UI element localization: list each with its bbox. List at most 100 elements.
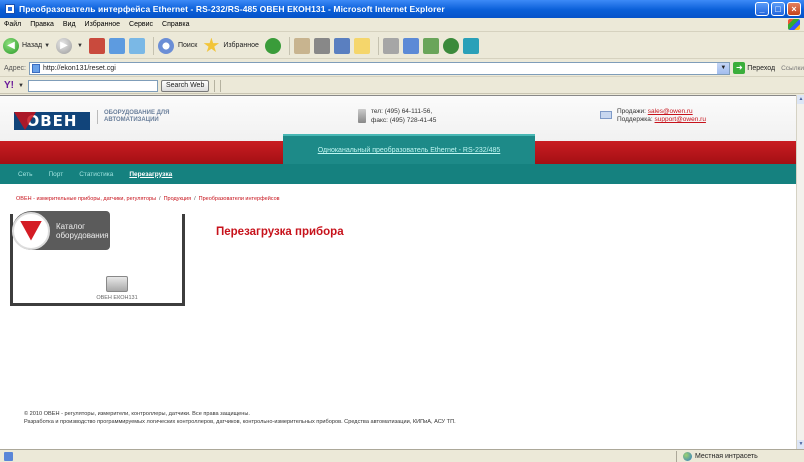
chevron-down-icon: ▼: [44, 42, 51, 49]
device-image: [106, 276, 128, 292]
go-arrow-icon: ➜: [733, 62, 746, 74]
device-title-tab[interactable]: Одноканальный преобразователь Ethernet -…: [283, 134, 535, 166]
edit-icon[interactable]: [333, 37, 350, 54]
chevron-down-icon[interactable]: ▼: [717, 62, 730, 74]
star-icon: [203, 37, 220, 53]
phone-contacts: тел: (495) 64-111-56, факс: (495) 728-41…: [358, 107, 436, 125]
search-label: Поиск: [177, 42, 198, 49]
forward-arrow-icon: ▶: [56, 37, 73, 54]
breadcrumb-item[interactable]: Преобразователи интерфейсов: [199, 196, 280, 202]
print-icon[interactable]: [313, 37, 330, 54]
site-footer: © 2010 ОВЕН - регуляторы, измерители, ко…: [24, 410, 456, 426]
mail-icon[interactable]: [293, 37, 310, 54]
sales-email-link[interactable]: sales@owen.ru: [648, 108, 693, 115]
search-icon: [157, 37, 174, 54]
email-contacts: Продажи: sales@owen.ru Поддержка: suppor…: [600, 108, 706, 124]
minimize-button[interactable]: _: [755, 2, 769, 16]
breadcrumb: ОВЕН - измерительные приборы, датчики, р…: [16, 196, 280, 202]
chevron-down-icon[interactable]: ▼: [18, 83, 24, 89]
favorites-button[interactable]: Избранное: [203, 37, 259, 54]
menu-bar: Файл Правка Вид Избранное Сервис Справка: [0, 18, 804, 32]
breadcrumb-item[interactable]: ОВЕН - измерительные приборы, датчики, р…: [16, 196, 156, 202]
device-card[interactable]: ОВЕН ЕКОН131: [87, 276, 147, 301]
phone-icon: [358, 109, 366, 123]
toolbar-separator: [152, 36, 154, 55]
intranet-globe-icon: [683, 452, 692, 461]
messenger-icon[interactable]: [382, 37, 399, 54]
catalog-label-line1: Каталог: [56, 221, 86, 231]
address-input[interactable]: http://ekon131/reset.cgi ▼: [28, 61, 731, 75]
ie-app-icon: [5, 4, 15, 14]
back-button[interactable]: ◀ Назад ▼: [3, 37, 51, 54]
close-button[interactable]: ×: [787, 2, 801, 16]
security-zone: Местная интрасеть: [676, 451, 758, 462]
breadcrumb-item[interactable]: Продукция: [164, 196, 192, 202]
maximize-button[interactable]: □: [771, 2, 785, 16]
footer-copyright: © 2010 ОВЕН - регуляторы, измерители, ко…: [24, 411, 250, 417]
nav-item-statistics[interactable]: Статистика: [79, 171, 113, 178]
links-button[interactable]: Ссылки: [781, 65, 804, 72]
device-name: ОВЕН ЕКОН131: [96, 295, 138, 301]
toolbar-separator: [377, 36, 379, 55]
menu-edit[interactable]: Правка: [30, 21, 54, 28]
go-button[interactable]: ➜ Переход: [733, 62, 775, 74]
toolbar-separator: [220, 79, 222, 92]
address-bar: Адрес: http://ekon131/reset.cgi ▼ ➜ Пере…: [0, 60, 804, 77]
window-title-bar: Преобразователь интерфейса Ethernet - RS…: [0, 0, 804, 18]
menu-file[interactable]: Файл: [4, 21, 21, 28]
back-arrow-icon: ◀: [3, 37, 19, 54]
sales-label: Продажи:: [617, 108, 646, 115]
stop-icon[interactable]: [88, 37, 105, 54]
chevron-down-icon: ▼: [77, 42, 83, 49]
menu-help[interactable]: Справка: [162, 21, 189, 28]
page-viewport: ОВЕН Оборудование для автоматизации тел:…: [0, 95, 796, 449]
mail-icon: [600, 111, 612, 119]
page-icon: [31, 63, 40, 73]
windows-flag-icon: [788, 19, 800, 30]
menu-view[interactable]: Вид: [63, 21, 76, 28]
search-button[interactable]: Поиск: [157, 37, 198, 54]
tool-icon[interactable]: [422, 37, 439, 54]
refresh-icon[interactable]: [108, 37, 125, 54]
connection-icon[interactable]: [462, 37, 479, 54]
research-icon[interactable]: [402, 37, 419, 54]
addon-icon[interactable]: [442, 37, 459, 54]
home-icon[interactable]: [128, 37, 145, 54]
catalog-badge[interactable]: Каталог оборудования: [12, 211, 110, 250]
toolbar-separator: [214, 79, 216, 92]
scroll-up-icon[interactable]: ▲: [797, 95, 804, 104]
history-icon[interactable]: [264, 37, 281, 54]
support-email-link[interactable]: support@owen.ru: [655, 116, 706, 123]
menu-favorites[interactable]: Избранное: [85, 21, 120, 28]
catalog-label-line2: оборудования: [56, 230, 109, 240]
toolbar-separator: [288, 36, 290, 55]
page-title: Перезагрузка прибора: [216, 226, 344, 238]
vertical-scrollbar[interactable]: ▲ ▼: [796, 95, 804, 449]
nav-item-reboot[interactable]: Перезагрузка: [129, 171, 172, 178]
nav-item-port[interactable]: Порт: [48, 171, 63, 178]
search-web-button[interactable]: Search Web: [160, 79, 210, 92]
menu-tools[interactable]: Сервис: [129, 21, 153, 28]
favorites-label: Избранное: [223, 42, 259, 49]
folder-icon[interactable]: [353, 37, 370, 54]
address-label: Адрес:: [4, 64, 26, 72]
forward-button[interactable]: ▶ ▼: [56, 37, 83, 54]
scroll-down-icon[interactable]: ▼: [797, 440, 804, 449]
yahoo-toolbar: Y! ▼ Search Web: [0, 78, 804, 94]
go-label: Переход: [747, 64, 776, 72]
status-bar: Местная интрасеть: [0, 449, 804, 462]
window-title: Преобразователь интерфейса Ethernet - RS…: [19, 4, 445, 14]
device-nav: Сеть Порт Статистика Перезагрузка: [0, 164, 796, 184]
yahoo-logo[interactable]: Y!: [4, 80, 14, 91]
toolbar: ◀ Назад ▼ ▶ ▼ Поиск Избранное: [0, 33, 804, 59]
address-url: http://ekon131/reset.cgi: [42, 64, 116, 72]
back-label: Назад: [22, 42, 43, 49]
yahoo-search-input[interactable]: [27, 79, 158, 92]
footer-description: Разработка и производство программируемы…: [24, 419, 456, 425]
site-tagline: Оборудование для автоматизации: [97, 110, 187, 124]
nav-item-network[interactable]: Сеть: [18, 171, 32, 178]
phone-number: тел: (495) 64-111-56,: [371, 108, 433, 115]
page-status-icon: [4, 451, 13, 461]
support-label: Поддержка:: [617, 116, 653, 123]
owen-emblem-icon: [12, 211, 50, 250]
